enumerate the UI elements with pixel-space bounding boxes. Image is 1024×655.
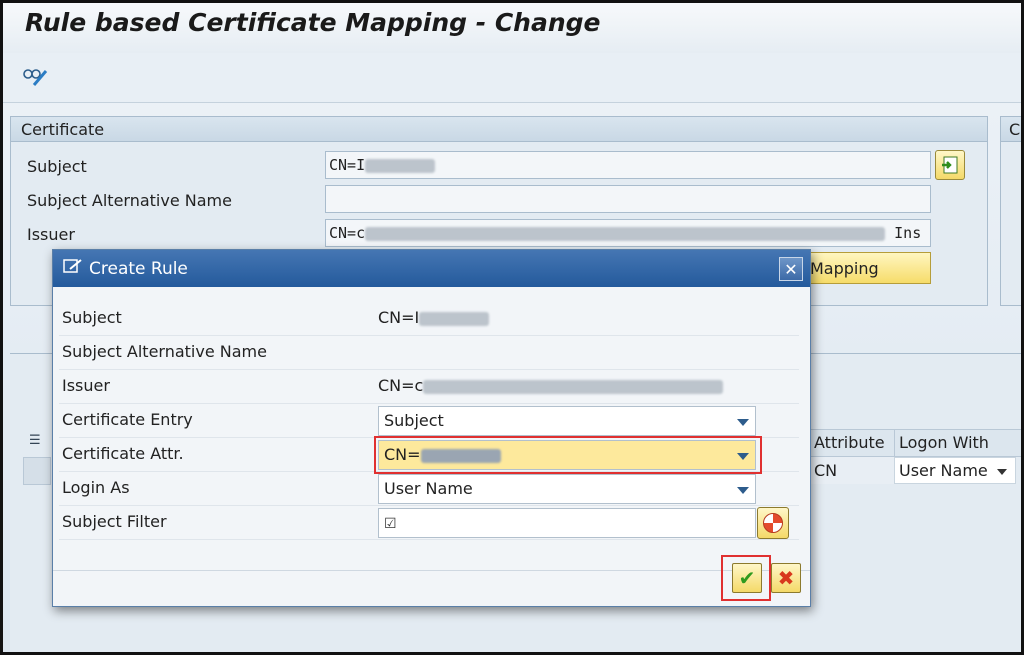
cert-subject-row: Subject [27, 152, 87, 180]
dialog-row-cert-entry: Certificate Entry Subject [59, 404, 799, 438]
cert-san-field[interactable] [325, 185, 931, 213]
dialog-row-subject: Subject CN=I [59, 302, 799, 336]
subject-filter-value: ☑ [384, 516, 397, 532]
redacted-block [420, 448, 501, 463]
grid-settings-icon[interactable]: ☰ [29, 433, 41, 448]
dialog-row-issuer: Issuer CN=c [59, 370, 799, 404]
dialog-title-bar: Create Rule [53, 250, 810, 287]
mapping-button-label: Mapping [810, 258, 879, 278]
dialog-row-san: Subject Alternative Name [59, 336, 799, 370]
dialog-subject-label: Subject [62, 308, 122, 327]
dialog-footer [53, 570, 810, 608]
grid-header-logon-with[interactable]: Logon With [894, 429, 1021, 457]
dialog-issuer-label: Issuer [62, 376, 110, 395]
cert-issuer-row: Issuer [27, 220, 75, 248]
login-as-value: User Name [384, 479, 473, 498]
chevron-down-icon [737, 487, 749, 494]
chevron-down-icon [997, 469, 1007, 475]
redacted-block [365, 158, 436, 173]
dialog-row-cert-attr: Certificate Attr. CN= [59, 436, 799, 474]
redacted-block [419, 311, 490, 326]
dialog-row-login-as: Login As User Name [59, 472, 799, 506]
edit-icon [63, 258, 83, 279]
grid-cell-logon-with[interactable]: User Name [894, 457, 1016, 484]
cert-issuer-value: CN=c [329, 224, 366, 242]
dialog-login-as-label: Login As [62, 478, 130, 497]
cert-subject-field[interactable]: CN=I [325, 151, 931, 179]
grid-cell-attribute: CN [809, 457, 895, 484]
dialog-title: Create Rule [89, 258, 188, 279]
dialog-subject-value: CN=I [378, 308, 490, 327]
title-bar: Rule based Certificate Mapping - Change [3, 3, 1021, 53]
cert-issuer-suffix: Ins [894, 224, 922, 242]
dialog-row-subject-filter: Subject Filter ☑ [59, 506, 799, 540]
cert-issuer-field[interactable]: CN=c Ins [325, 219, 931, 247]
row-selector[interactable] [23, 457, 51, 485]
sap-window: Rule based Certificate Mapping - Change … [0, 0, 1024, 655]
cert-issuer-label: Issuer [27, 224, 75, 244]
import-icon[interactable] [935, 150, 965, 180]
right-panel-header: C [1001, 117, 1021, 142]
create-rule-dialog: Create Rule ✕ Subject CN=I Subject Alter… [52, 249, 811, 607]
grid-header-attribute[interactable]: Attribute [809, 429, 895, 457]
dialog-cert-attr-label: Certificate Attr. [62, 444, 184, 463]
dialog-subject-filter-label: Subject Filter [62, 512, 167, 531]
certificate-attr-value: CN= [384, 445, 421, 464]
cancel-x-icon[interactable]: ✖ [771, 563, 801, 593]
cert-san-row: Subject Alternative Name [27, 186, 232, 214]
login-as-select[interactable]: User Name [378, 474, 756, 504]
certificate-entry-value: Subject [384, 411, 444, 430]
certificate-panel-header: Certificate [11, 117, 987, 142]
chevron-down-icon [737, 419, 749, 426]
dialog-cert-entry-label: Certificate Entry [62, 410, 193, 429]
filter-help-icon[interactable] [757, 507, 789, 539]
display-change-icon[interactable] [21, 63, 49, 89]
toolbar [3, 53, 1021, 103]
dialog-san-label: Subject Alternative Name [62, 342, 267, 361]
cert-subject-label: Subject [27, 156, 87, 176]
cert-subject-value: CN=I [329, 156, 366, 174]
subject-filter-field[interactable]: ☑ [378, 508, 756, 538]
confirm-check-icon[interactable]: ✔ [732, 563, 762, 593]
chevron-down-icon [737, 453, 749, 460]
redacted-block [365, 226, 886, 241]
certificate-attr-select[interactable]: CN= [378, 440, 756, 470]
logon-with-value: User Name [899, 461, 988, 480]
dialog-issuer-value: CN=c [378, 376, 724, 395]
page-title: Rule based Certificate Mapping - Change [25, 8, 601, 37]
right-panel: C [1000, 116, 1021, 306]
certificate-entry-select[interactable]: Subject [378, 406, 756, 436]
cert-san-label: Subject Alternative Name [27, 190, 232, 210]
redacted-block [423, 379, 724, 394]
mapping-button[interactable]: Mapping [803, 252, 931, 284]
close-icon[interactable]: ✕ [779, 257, 803, 281]
